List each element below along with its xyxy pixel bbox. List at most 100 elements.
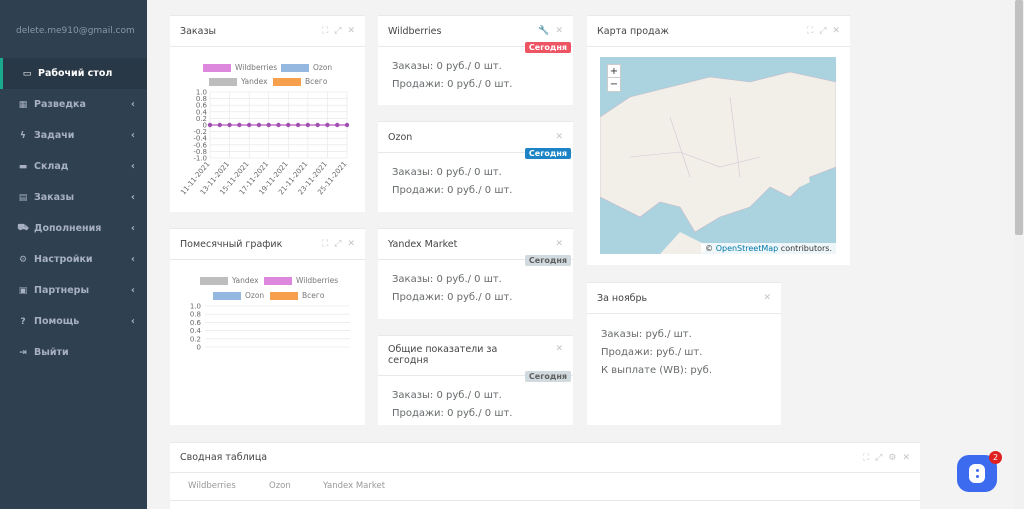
close-icon[interactable]: ✕ xyxy=(347,26,355,36)
november-orders: Заказы: руб./ шт. xyxy=(601,329,692,340)
data-point xyxy=(305,122,311,128)
sidebar-item[interactable]: ▬ Склад ‹ xyxy=(0,151,147,182)
sales-line: Продажи: 0 руб./ 0 шт. xyxy=(392,79,513,90)
data-point xyxy=(256,122,262,128)
question-icon: ? xyxy=(20,316,26,327)
close-icon[interactable]: ✕ xyxy=(555,344,563,354)
map-zoom-in-button[interactable]: + xyxy=(608,65,620,78)
close-icon[interactable]: ✕ xyxy=(555,239,563,249)
building-icon: ▦ xyxy=(18,99,28,110)
total-panel: Общие показатели за сегодня ✕ Сегодня Зак… xyxy=(378,335,573,425)
today-badge: Сегодня xyxy=(524,148,571,159)
bolt-icon: ϟ xyxy=(20,130,26,141)
sales-line: Продажи: 0 руб./ 0 шт. xyxy=(392,185,513,196)
map-zoom-out-button[interactable]: − xyxy=(608,78,620,91)
data-point xyxy=(237,122,242,128)
sidebar-item[interactable]: ▤ Заказы ‹ xyxy=(0,182,147,213)
fullscreen-icon[interactable]: ⛶ xyxy=(322,239,328,249)
chevron-left-icon: ‹ xyxy=(130,254,135,265)
expand-icon[interactable]: ⤢ xyxy=(875,453,882,463)
sidebar-item-label: Заказы xyxy=(34,192,75,203)
sidebar-item[interactable]: ⛟ Дополнения ‹ xyxy=(0,213,147,244)
today-badge: Сегодня xyxy=(524,42,571,53)
chevron-left-icon: ‹ xyxy=(130,99,135,110)
sidebar-item[interactable]: ϟ Задачи ‹ xyxy=(0,120,147,151)
panel-title: Карта продаж xyxy=(597,25,669,37)
panel-title: Ozon xyxy=(388,131,413,143)
data-point xyxy=(344,122,350,128)
sidebar-item-label: Дополнения xyxy=(34,223,102,234)
sidebar-item[interactable]: ▣ Партнеры ‹ xyxy=(0,275,147,306)
chevron-left-icon: ‹ xyxy=(130,285,135,296)
legend-item[interactable]: Ozon xyxy=(213,291,264,300)
sidebar-item[interactable]: ▦ Разведка ‹ xyxy=(0,89,147,120)
chevron-left-icon: ‹ xyxy=(130,192,135,203)
sidebar-item-label: Помощь xyxy=(34,316,80,327)
tab-ozon[interactable]: Ozon xyxy=(269,481,291,491)
november-payout: К выплате (WB): руб. xyxy=(601,365,712,376)
sidebar-item[interactable]: ? Помощь ‹ xyxy=(0,306,147,337)
data-point xyxy=(325,122,330,128)
close-icon[interactable]: ✕ xyxy=(832,26,840,36)
sidebar-item-label: Рабочий стол xyxy=(38,68,113,79)
close-icon[interactable]: ✕ xyxy=(763,293,771,303)
orders-chart-panel: Заказы ⛶ ⤢ ✕ Wildberries Ozon Yandex Всего… xyxy=(170,15,365,212)
sidebar-item-label: Разведка xyxy=(34,99,86,110)
sidebar-item-label: Задачи xyxy=(34,130,75,141)
panel-title: Wildberries xyxy=(388,25,442,37)
legend-item[interactable]: Wildberries xyxy=(203,63,277,72)
today-badge: Сегодня xyxy=(524,255,571,266)
y-tick-label: 0.8 xyxy=(190,311,201,319)
expand-icon[interactable]: ⤢ xyxy=(334,26,341,36)
legend-item[interactable]: Yandex xyxy=(200,276,259,285)
close-icon[interactable]: ✕ xyxy=(347,239,355,249)
chevron-left-icon: ‹ xyxy=(130,223,135,234)
monthly-chart-panel: Помесячный график ⛶ ⤢ ✕ Yandex Wildberries… xyxy=(170,228,365,425)
expand-icon[interactable]: ⤢ xyxy=(819,26,826,36)
sales-map-panel: Карта продаж ⛶ ⤢ ✕ + − © OpenStreetMap con… xyxy=(587,15,850,265)
tab-yandex-market[interactable]: Yandex Market xyxy=(323,481,385,491)
y-tick-label: 0.2 xyxy=(190,335,201,343)
sidebar-item-label: Настройки xyxy=(34,254,93,265)
data-point xyxy=(266,122,271,128)
close-icon[interactable]: ✕ xyxy=(555,26,563,36)
fullscreen-icon[interactable]: ⛶ xyxy=(863,453,869,463)
monthly-bar-chart: 1.00.80.60.40.20 xyxy=(190,303,350,352)
panel-title: За ноябрь xyxy=(597,292,648,304)
sidebar-item-label: Склад xyxy=(34,161,69,172)
close-icon[interactable]: ✕ xyxy=(555,132,563,142)
legend-item[interactable]: Ozon xyxy=(281,63,332,72)
legend-item[interactable]: Yandex xyxy=(209,77,268,86)
scrollbar[interactable] xyxy=(1014,0,1024,509)
legend-item[interactable]: Всего xyxy=(270,291,324,300)
close-icon[interactable]: ✕ xyxy=(902,453,910,463)
expand-icon[interactable]: ⤢ xyxy=(334,239,341,249)
scrollbar-thumb[interactable] xyxy=(1015,0,1023,235)
chat-unread-badge: 2 xyxy=(989,451,1002,464)
sales-map[interactable]: + − © OpenStreetMap contributors. xyxy=(600,57,836,254)
briefcase-icon: ▣ xyxy=(18,285,28,296)
y-tick-label: 0 xyxy=(197,344,201,352)
chat-button[interactable]: 2 xyxy=(957,451,1002,492)
data-point xyxy=(246,122,252,128)
gear-icon[interactable]: ⚙ xyxy=(888,453,896,463)
sidebar-item[interactable]: ⚙ Настройки ‹ xyxy=(0,244,147,275)
data-point xyxy=(207,122,213,128)
november-panel: За ноябрь ✕ Заказы: руб./ шт. Продажи: р… xyxy=(587,282,781,425)
wb-panel: Wildberries 🔧 ✕ Сегодня Заказы: 0 руб./ 0 … xyxy=(378,15,573,105)
legend-item[interactable]: Всего xyxy=(273,77,327,86)
cogs-icon: ⚙ xyxy=(18,254,28,265)
fullscreen-icon[interactable]: ⛶ xyxy=(322,26,328,36)
wrench-icon[interactable]: 🔧 xyxy=(538,26,549,36)
legend-item[interactable]: Wildberries xyxy=(264,276,338,285)
tab-wildberries[interactable]: Wildberries xyxy=(188,481,236,491)
summary-table-panel: Сводная таблица ⛶ ⤢ ⚙ ✕ Wildberries Ozon Ya… xyxy=(170,442,920,509)
orders-line: Заказы: 0 руб./ 0 шт. xyxy=(392,167,502,178)
panel-title: Yandex Market xyxy=(388,238,458,250)
sidebar-item[interactable]: ▭ Рабочий стол xyxy=(0,58,147,89)
panel-title: Помесячный график xyxy=(180,238,283,250)
osm-link[interactable]: OpenStreetMap xyxy=(716,244,779,253)
fullscreen-icon[interactable]: ⛶ xyxy=(807,26,813,36)
sidebar-item[interactable]: ⇥ Выйти xyxy=(0,337,147,368)
today-badge: Сегодня xyxy=(524,371,571,382)
